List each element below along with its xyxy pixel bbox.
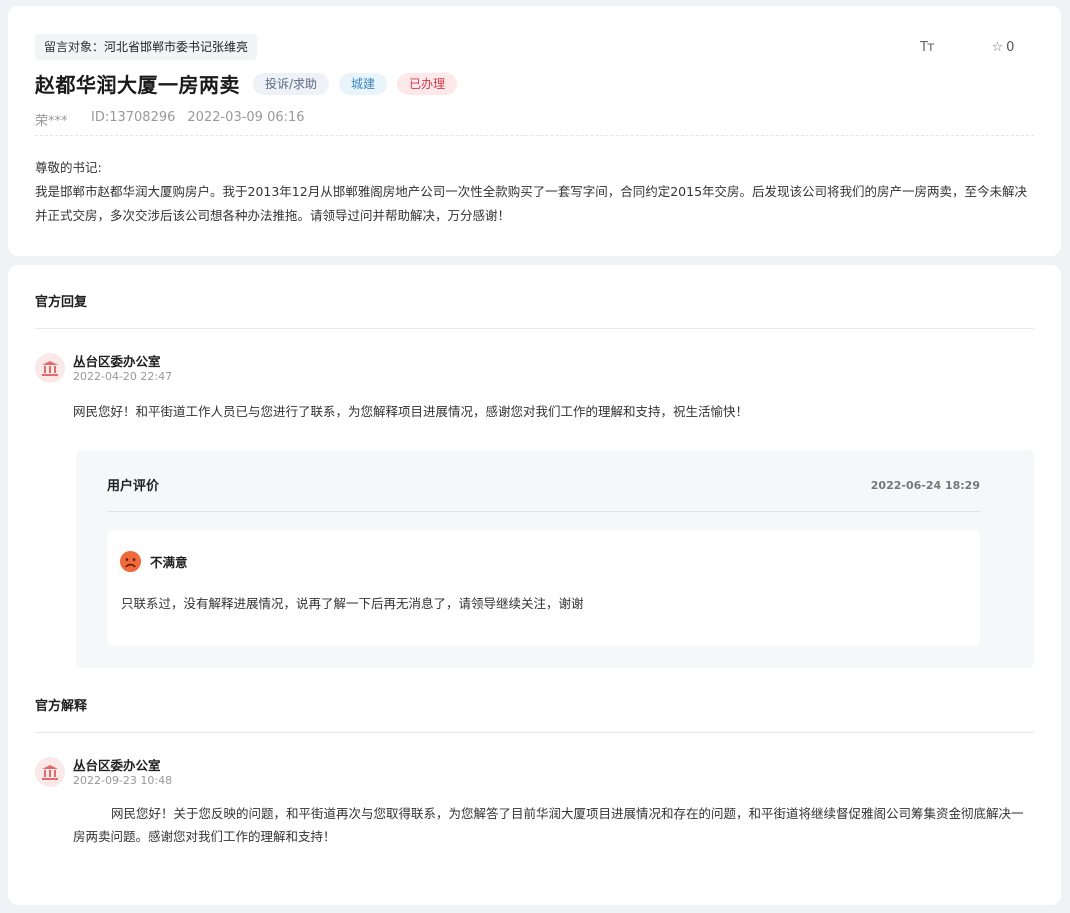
divider [107, 511, 980, 512]
tag-category: 城建 [339, 72, 388, 95]
target-value: 河北省邯郸市委书记张维亮 [104, 40, 249, 54]
message-toolbar: Tт ☆ 0 [920, 40, 1014, 55]
favorite-button[interactable]: ☆ 0 [992, 40, 1015, 55]
official-reply-heading: 官方回复 [35, 295, 88, 310]
message-target-chip: 留言对象：河北省邯郸市委书记张维亮 [35, 34, 258, 60]
status-badge: 已办理 [397, 72, 458, 95]
explanation-content: 网民您好！关于您反映的问题，和平街道再次与您取得联系，为您解答了目前华润大厦项目… [73, 806, 1024, 844]
reply-time: 2022-04-20 22:47 [73, 370, 173, 383]
divider [35, 732, 1034, 733]
message-body: 尊敬的书记: 我是邯郸市赵都华润大厦购房户。我于2013年12月从邯郸雅阁房地产… [35, 156, 1035, 228]
evaluation-content: 只联系过，没有解释进展情况，说再了解一下后再无消息了，请领导继续关注，谢谢 [121, 596, 584, 611]
department-avatar [35, 757, 65, 787]
reply-content: 网民您好！和平街道工作人员已与您进行了联系，为您解释项目进展情况，感谢您对我们工… [73, 404, 749, 419]
message-content: 我是邯郸市赵都华润大厦购房户。我于2013年12月从邯郸雅阁房地产公司一次性全款… [35, 184, 1028, 223]
evaluation-date: 2022-06-24 18:29 [870, 479, 980, 492]
divider [35, 328, 1034, 329]
divider [35, 135, 1034, 136]
department-avatar [35, 353, 65, 383]
title-row: 赵都华润大厦一房两卖 投诉/求助 城建 已办理 [35, 69, 458, 98]
user-evaluation-panel: 用户评价 2022-06-24 18:29 不满意 只联系过，没有解释进展情况，… [76, 450, 1034, 668]
message-greeting: 尊敬的书记: [35, 160, 102, 175]
evaluation-title: 用户评价 [107, 479, 160, 494]
message-id: ID:13708296 [91, 110, 176, 125]
official-explanation-heading: 官方解释 [35, 699, 88, 714]
message-card: 留言对象：河北省邯郸市委书记张维亮 Tт ☆ 0 赵都华润大厦一房两卖 投诉/求… [8, 6, 1061, 256]
tag-type: 投诉/求助 [253, 72, 330, 95]
font-size-icon[interactable]: Tт [920, 40, 934, 55]
reply-card: 官方回复 丛台区委办公室 2022-04-20 22:47 网民您好！和平街道工… [8, 265, 1061, 905]
reply-department: 丛台区委办公室 [73, 354, 161, 369]
favorite-count: 0 [1006, 40, 1015, 55]
message-meta: 荣*** ID:13708296 2022-03-09 06:16 [35, 110, 305, 129]
evaluation-content-box: 不满意 只联系过，没有解释进展情况，说再了解一下后再无消息了，请领导继续关注，谢… [107, 530, 980, 646]
explanation-department: 丛台区委办公室 [73, 758, 161, 773]
sad-face-icon [119, 550, 142, 573]
message-time: 2022-03-09 06:16 [187, 110, 305, 125]
government-building-icon [42, 360, 58, 376]
government-building-icon [42, 764, 58, 780]
page-title: 赵都华润大厦一房两卖 [35, 73, 240, 97]
target-label: 留言对象： [44, 40, 105, 54]
star-outline-icon: ☆ [991, 40, 1004, 55]
message-author: 荣*** [35, 114, 68, 129]
explanation-time: 2022-09-23 10:48 [73, 774, 173, 787]
evaluation-mood: 不满意 [150, 555, 188, 570]
